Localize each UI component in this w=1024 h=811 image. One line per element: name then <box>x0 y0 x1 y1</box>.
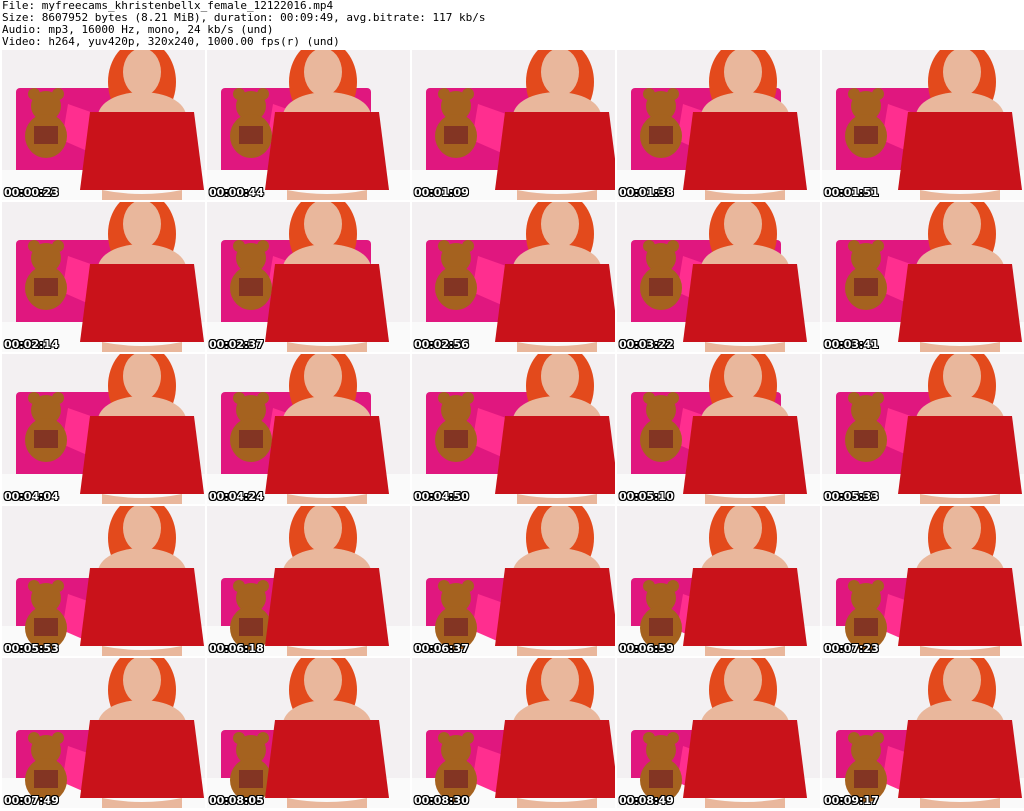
thumbnail-timestamp: 00:04:50 <box>414 490 469 503</box>
thumbnail-timestamp: 00:03:41 <box>824 338 879 351</box>
video-info-line: Video: h264, yuv420p, 320x240, 1000.00 f… <box>2 35 340 48</box>
video-thumbnail: 00:05:53 <box>2 506 205 656</box>
video-thumbnail: 00:04:04 <box>2 354 205 504</box>
thumbnail-frame-image <box>207 354 410 504</box>
thumbnail-frame-image <box>207 658 410 808</box>
video-thumbnail: 00:00:23 <box>2 50 205 200</box>
thumbnail-timestamp: 00:04:24 <box>209 490 264 503</box>
thumbnail-frame-image <box>822 50 1024 200</box>
thumbnail-frame-image <box>207 50 410 200</box>
video-thumbnail: 00:01:38 <box>617 50 820 200</box>
video-thumbnail: 00:06:18 <box>207 506 410 656</box>
thumbnail-frame-image <box>617 658 820 808</box>
thumbnail-frame-image <box>617 50 820 200</box>
thumbnail-frame-image <box>2 506 205 656</box>
thumbnail-frame-image <box>617 202 820 352</box>
thumbnail-timestamp: 00:02:37 <box>209 338 264 351</box>
video-thumbnail: 00:01:09 <box>412 50 615 200</box>
thumbnail-timestamp: 00:02:56 <box>414 338 469 351</box>
thumbnail-frame-image <box>822 202 1024 352</box>
thumbnail-frame-image <box>412 658 615 808</box>
video-thumbnail: 00:06:37 <box>412 506 615 656</box>
video-thumbnail: 00:08:30 <box>412 658 615 808</box>
video-thumbnail: 00:02:56 <box>412 202 615 352</box>
video-thumbnail: 00:04:24 <box>207 354 410 504</box>
thumbnail-frame-image <box>412 50 615 200</box>
thumbnail-frame-image <box>207 506 410 656</box>
thumbnail-timestamp: 00:07:49 <box>4 794 59 807</box>
thumbnail-timestamp: 00:05:10 <box>619 490 674 503</box>
thumbnail-timestamp: 00:05:53 <box>4 642 59 655</box>
thumbnail-timestamp: 00:03:22 <box>619 338 674 351</box>
thumbnail-grid: 00:00:23 00:00:44 00:01:09 00:01:38 00:01:51… <box>2 50 1024 811</box>
thumbnail-timestamp: 00:06:59 <box>619 642 674 655</box>
video-thumbnail: 00:05:10 <box>617 354 820 504</box>
thumbnail-timestamp: 00:02:14 <box>4 338 59 351</box>
video-thumbnail: 00:03:41 <box>822 202 1024 352</box>
video-thumbnail: 00:00:44 <box>207 50 410 200</box>
video-thumbnail: 00:06:59 <box>617 506 820 656</box>
thumbnail-frame-image <box>412 354 615 504</box>
thumbnail-timestamp: 00:00:23 <box>4 186 59 199</box>
thumbnail-timestamp: 00:08:30 <box>414 794 469 807</box>
thumbnail-timestamp: 00:08:49 <box>619 794 674 807</box>
thumbnail-timestamp: 00:01:51 <box>824 186 879 199</box>
file-info-header: File: myfreecams_khristenbellx_female_12… <box>2 0 1022 48</box>
thumbnail-frame-image <box>2 658 205 808</box>
video-thumbnail: 00:05:33 <box>822 354 1024 504</box>
video-thumbnail: 00:02:14 <box>2 202 205 352</box>
video-thumbnail: 00:08:49 <box>617 658 820 808</box>
video-thumbnail: 00:07:23 <box>822 506 1024 656</box>
thumbnail-timestamp: 00:01:09 <box>414 186 469 199</box>
thumbnail-frame-image <box>207 202 410 352</box>
thumbnail-frame-image <box>2 202 205 352</box>
video-thumbnail: 00:09:17 <box>822 658 1024 808</box>
thumbnail-timestamp: 00:07:23 <box>824 642 879 655</box>
thumbnail-frame-image <box>2 50 205 200</box>
thumbnail-frame-image <box>617 354 820 504</box>
thumbnail-timestamp: 00:00:44 <box>209 186 264 199</box>
video-thumbnail: 00:03:22 <box>617 202 820 352</box>
thumbnail-frame-image <box>412 506 615 656</box>
thumbnail-frame-image <box>822 354 1024 504</box>
video-thumbnail: 00:08:05 <box>207 658 410 808</box>
thumbnail-timestamp: 00:04:04 <box>4 490 59 503</box>
thumbnail-frame-image <box>822 506 1024 656</box>
video-thumbnail: 00:07:49 <box>2 658 205 808</box>
video-thumbnail: 00:04:50 <box>412 354 615 504</box>
thumbnail-frame-image <box>412 202 615 352</box>
thumbnail-timestamp: 00:06:18 <box>209 642 264 655</box>
video-thumbnail: 00:02:37 <box>207 202 410 352</box>
thumbnail-frame-image <box>617 506 820 656</box>
thumbnail-timestamp: 00:01:38 <box>619 186 674 199</box>
thumbnail-frame-image <box>822 658 1024 808</box>
video-thumbnail: 00:01:51 <box>822 50 1024 200</box>
thumbnail-timestamp: 00:05:33 <box>824 490 879 503</box>
thumbnail-frame-image <box>2 354 205 504</box>
thumbnail-timestamp: 00:08:05 <box>209 794 264 807</box>
thumbnail-timestamp: 00:09:17 <box>824 794 879 807</box>
thumbnail-timestamp: 00:06:37 <box>414 642 469 655</box>
